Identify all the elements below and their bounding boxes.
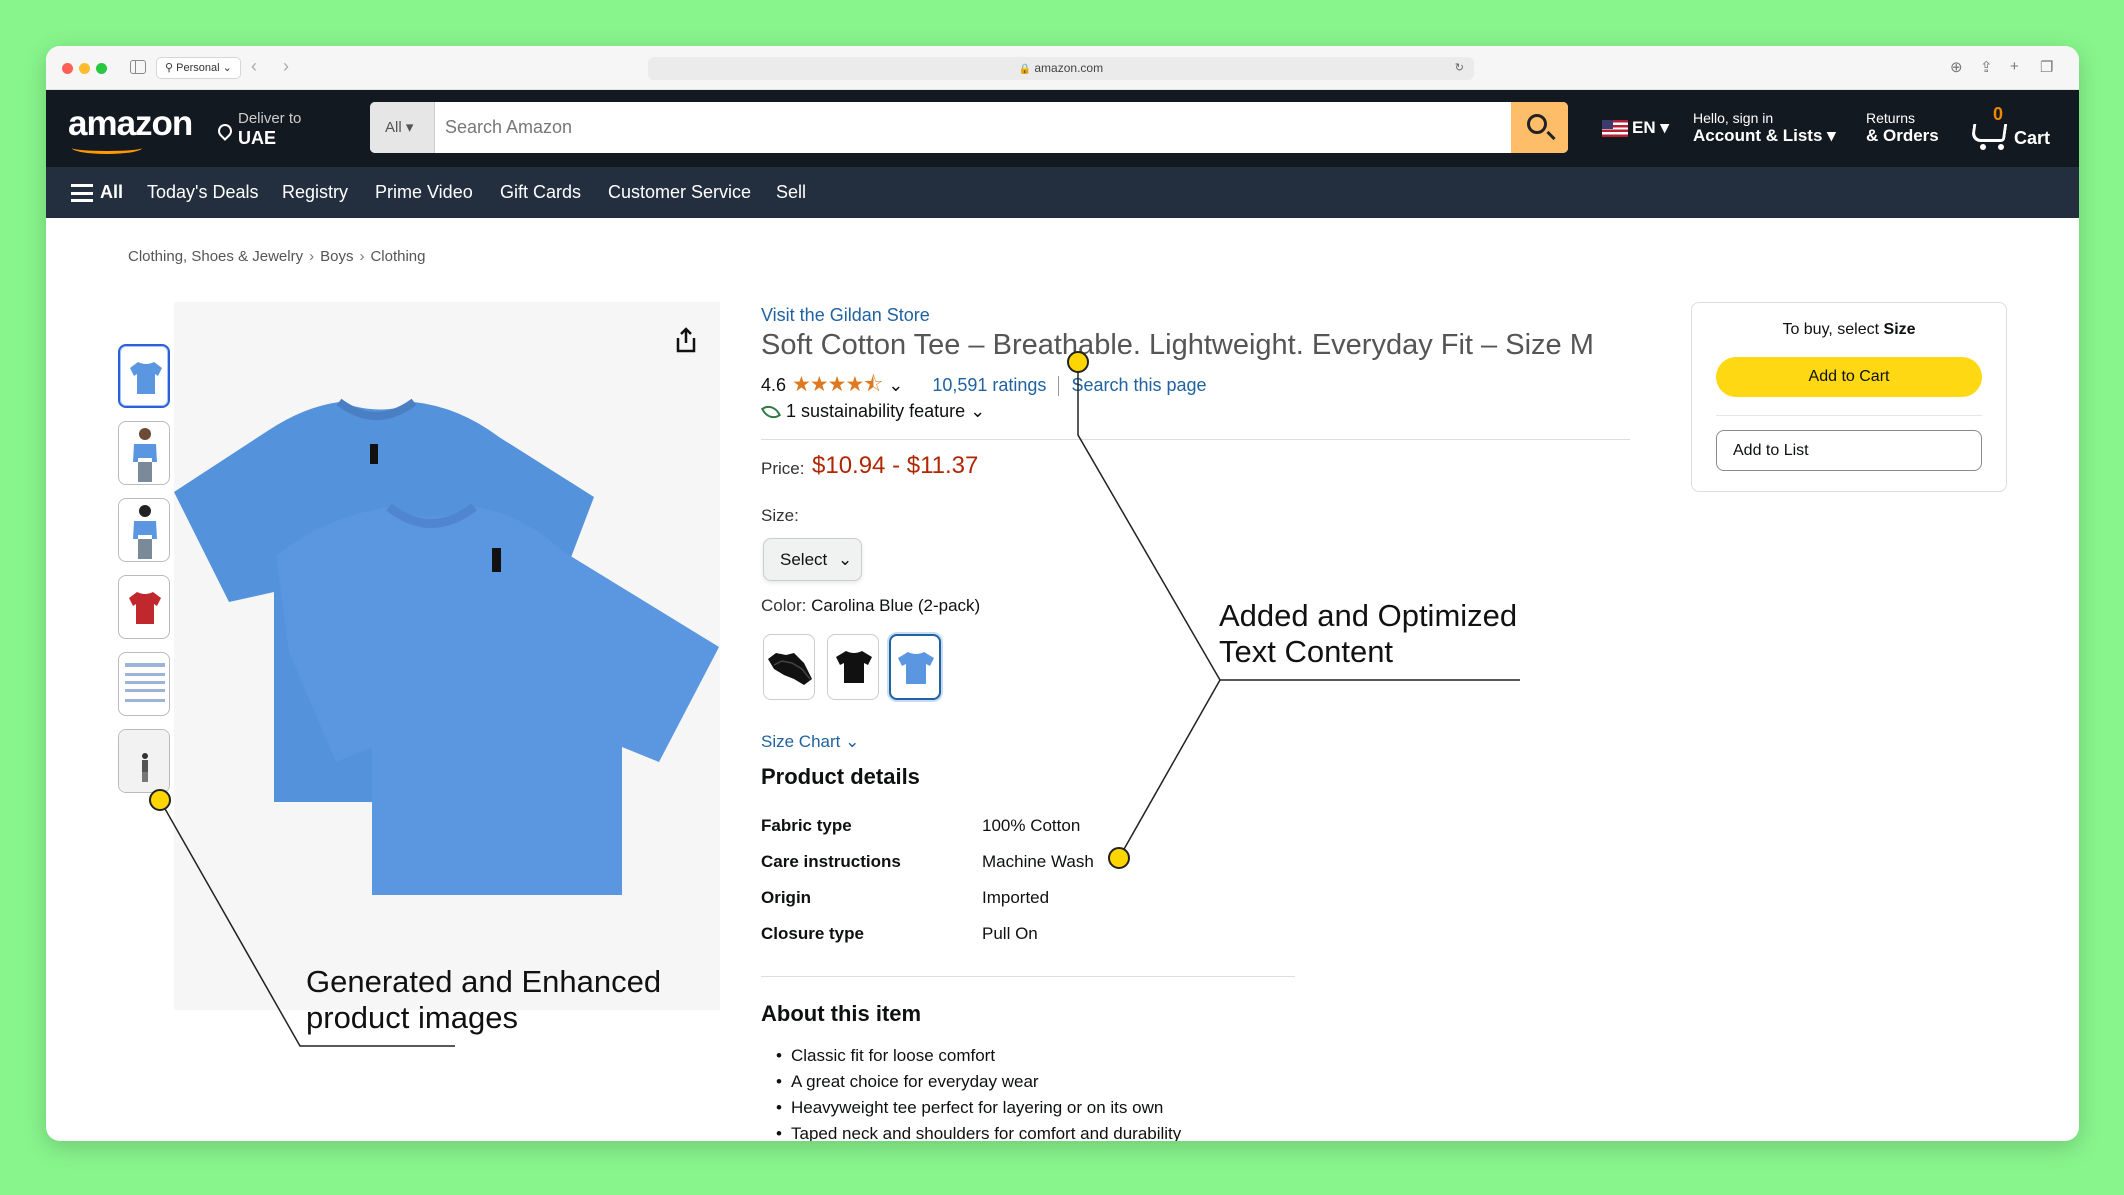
annotation-line: Added and Optimized — [1219, 598, 1518, 633]
annotation-text-content: Added and Optimized Text Content — [1219, 598, 1517, 670]
annotation-marker — [1108, 847, 1130, 869]
annotation-images: Generated and Enhanced product images — [306, 964, 661, 1036]
annotation-line: product images — [306, 1000, 518, 1035]
annotation-marker — [1067, 351, 1089, 373]
annotation-line: Generated and Enhanced — [306, 964, 662, 999]
annotation-marker — [149, 789, 171, 811]
annotation-line: Text Content — [1219, 634, 1394, 669]
